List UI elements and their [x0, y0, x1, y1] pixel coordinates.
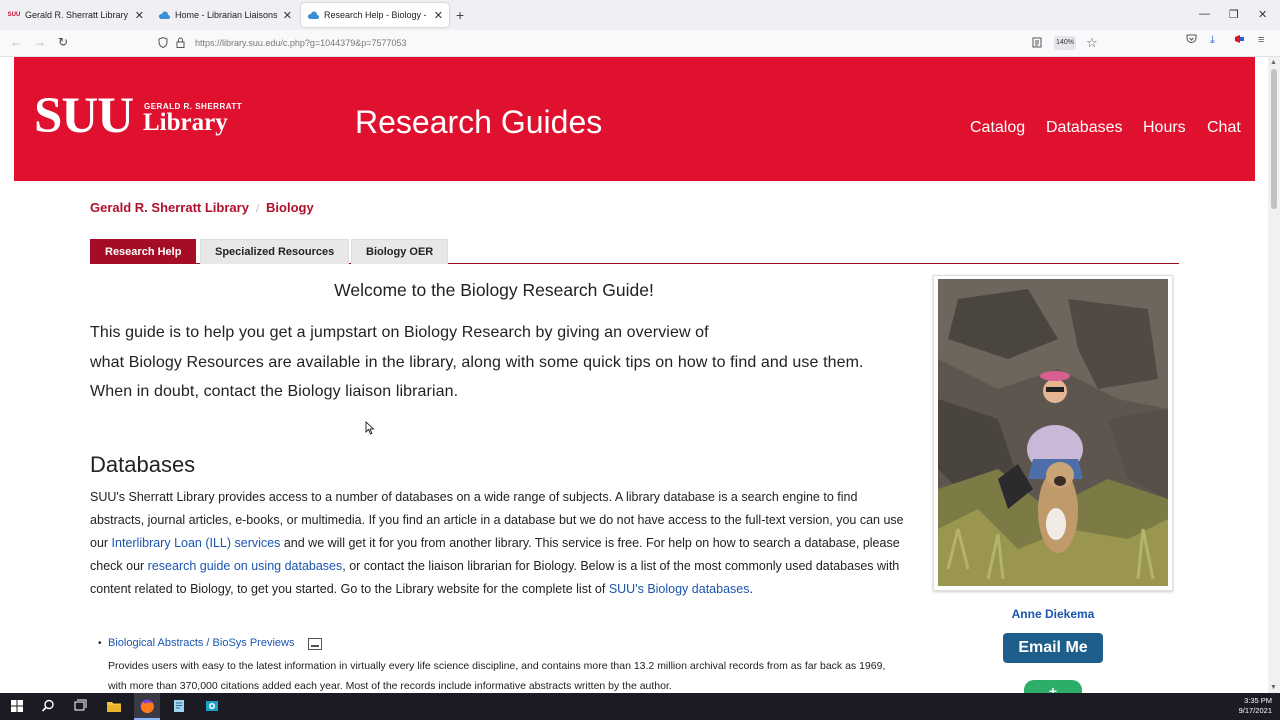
clock-time: 3:35 PM: [1244, 696, 1272, 705]
browser-nav-bar: ← → ↻ https://library.suu.edu/c.php?g=10…: [0, 30, 1280, 57]
text-run: .: [749, 582, 753, 596]
database-info-icon[interactable]: [308, 638, 322, 650]
intro-line: what Biology Resources are available in …: [90, 353, 864, 371]
pocket-icon[interactable]: [1186, 34, 1197, 47]
snipping-tool-icon[interactable]: [204, 698, 220, 714]
welcome-heading: Welcome to the Biology Research Guide!: [334, 280, 654, 300]
web-page: SUU GERALD R. SHERRATT Library Research …: [0, 57, 1268, 693]
scroll-up-icon[interactable]: ▲: [1270, 59, 1277, 66]
tab-specialized-resources[interactable]: Specialized Resources: [200, 239, 350, 264]
browser-tab-label: Gerald R. Sherratt Library | SUU: [25, 10, 129, 20]
browser-tab-label: Home - Librarian Liaisons - Research: [175, 10, 277, 20]
tab-biology-oer[interactable]: Biology OER: [351, 239, 449, 264]
firefox-icon[interactable]: [139, 698, 155, 714]
cloud-favicon-icon: [307, 9, 319, 21]
list-bullet: •: [98, 638, 102, 649]
url-bar[interactable]: https://library.suu.edu/c.php?g=1044379&…: [152, 33, 1112, 54]
close-tab-icon[interactable]: ✕: [135, 9, 144, 22]
breadcrumb-separator: /: [255, 203, 260, 215]
librarian-photo-frame: [933, 275, 1173, 591]
database-description: Provides users with easy to the latest i…: [108, 660, 886, 692]
databases-heading: Databases: [90, 452, 196, 477]
forward-icon[interactable]: →: [34, 35, 46, 49]
librarian-photo: [938, 279, 1168, 586]
menu-icon[interactable]: ≡: [1258, 34, 1264, 46]
scroll-down-icon[interactable]: ▼: [1270, 684, 1277, 691]
nav-hours[interactable]: Hours: [1143, 119, 1186, 137]
cloud-favicon-icon: [158, 9, 170, 21]
database-link[interactable]: Biological Abstracts / BioSys Previews: [108, 637, 294, 649]
suu-favicon-icon: SUU: [7, 12, 21, 18]
browser-tab-3[interactable]: Research Help - Biology - Research ✕: [301, 3, 449, 27]
taskbar-clock[interactable]: 3:35 PM 9/17/2021: [1239, 696, 1272, 716]
site-banner: SUU GERALD R. SHERRATT Library Research …: [14, 57, 1255, 181]
file-explorer-icon[interactable]: [106, 698, 122, 714]
browser-tab-bar: SUU Gerald R. Sherratt Library | SUU ✕ H…: [0, 0, 1280, 30]
lock-icon[interactable]: [176, 37, 185, 51]
mouse-cursor-icon: [365, 421, 375, 435]
browser-tab-2[interactable]: Home - Librarian Liaisons - Research ✕: [152, 3, 298, 27]
minimize-icon[interactable]: —: [1199, 8, 1210, 20]
clock-date: 9/17/2021: [1238, 706, 1272, 715]
browser-tab-1[interactable]: SUU Gerald R. Sherratt Library | SUU ✕: [2, 3, 150, 27]
close-tab-icon[interactable]: ✕: [283, 9, 292, 22]
nav-catalog[interactable]: Catalog: [970, 119, 1025, 137]
biology-databases-link[interactable]: SUU's Biology databases: [609, 582, 750, 596]
database-guide-link[interactable]: research guide on using databases: [148, 559, 343, 573]
guide-tabs: Research Help Specialized Resources Biol…: [90, 239, 1179, 264]
reload-icon[interactable]: ↻: [58, 35, 68, 49]
restore-icon[interactable]: ❐: [1229, 8, 1239, 21]
scroll-thumb[interactable]: [1271, 69, 1277, 209]
ill-services-link[interactable]: Interlibrary Loan (ILL) services: [112, 536, 281, 550]
page-title: Research Guides: [355, 104, 603, 140]
nav-chat[interactable]: Chat: [1207, 119, 1241, 137]
windows-taskbar: 3:35 PM 9/17/2021: [0, 693, 1280, 720]
intro-line: When in doubt, contact the Biology liais…: [90, 383, 459, 400]
browser-tab-label: Research Help - Biology - Research: [324, 10, 428, 20]
reader-view-icon[interactable]: [1032, 37, 1042, 51]
downloads-icon[interactable]: ⤓: [1210, 34, 1215, 47]
librarian-name[interactable]: Anne Diekema: [933, 607, 1173, 621]
new-tab-icon[interactable]: +: [456, 7, 464, 23]
intro-line: This guide is to help you get a jumpstar…: [90, 324, 709, 341]
close-tab-icon[interactable]: ✕: [434, 9, 443, 22]
url-text[interactable]: https://library.suu.edu/c.php?g=1044379&…: [195, 38, 407, 48]
tab-research-help[interactable]: Research Help: [90, 239, 197, 264]
page-scrollbar[interactable]: ▲ ▼: [1268, 57, 1280, 693]
bookmark-star-icon[interactable]: ☆: [1086, 35, 1098, 51]
zoom-level[interactable]: 140%: [1054, 36, 1076, 50]
breadcrumb-library[interactable]: Gerald R. Sherratt Library: [90, 200, 249, 215]
nav-databases[interactable]: Databases: [1046, 119, 1123, 137]
breadcrumb-biology[interactable]: Biology: [266, 200, 314, 215]
email-me-button[interactable]: Email Me: [1003, 633, 1103, 663]
profile-more-button[interactable]: +: [1024, 680, 1082, 693]
breadcrumb: Gerald R. Sherratt Library / Biology: [90, 200, 314, 215]
logo-library[interactable]: Library: [143, 109, 228, 137]
windows-start-icon[interactable]: [9, 698, 25, 714]
search-icon[interactable]: [40, 698, 56, 714]
suu-logo[interactable]: SUU: [34, 91, 134, 142]
intro-paragraph: This guide is to help you get a jumpstar…: [90, 318, 900, 407]
close-window-icon[interactable]: ✕: [1258, 8, 1267, 21]
task-view-icon[interactable]: [72, 698, 88, 714]
notepad-icon[interactable]: [171, 698, 187, 714]
back-icon[interactable]: ←: [10, 35, 22, 49]
databases-paragraph: SUU's Sherratt Library provides access t…: [90, 486, 905, 601]
extension-icon[interactable]: [1234, 34, 1245, 47]
shield-icon[interactable]: [158, 36, 168, 51]
